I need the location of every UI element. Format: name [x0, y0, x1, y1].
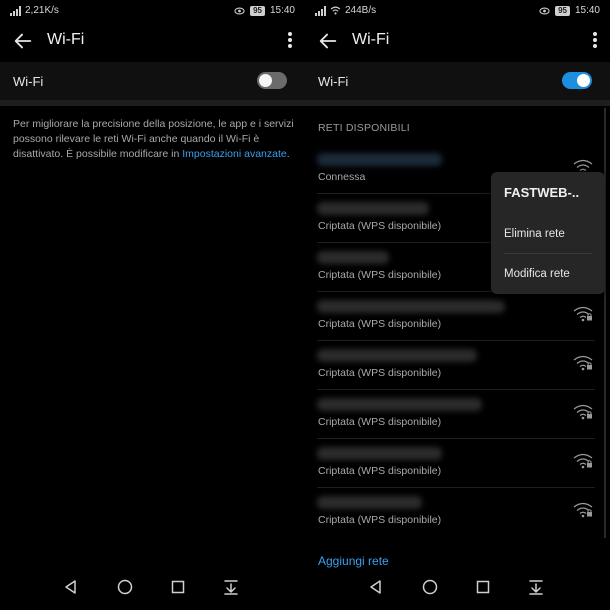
eye-comfort-icon: [539, 7, 550, 14]
network-name-redacted: [317, 300, 505, 313]
available-networks-header: RETI DISPONIBILI: [318, 122, 410, 134]
status-bar: 2,21K/s 95 15:40: [0, 0, 305, 22]
more-vert-icon[interactable]: [592, 31, 598, 51]
wifi-scan-info: Per migliorare la precisione della posiz…: [13, 117, 295, 162]
wifi-lock-icon: [573, 502, 593, 518]
circle-home-icon[interactable]: [421, 578, 439, 596]
status-bar: 244B/s 95 15:40: [305, 0, 610, 22]
wifi-screen-on: 244B/s 95 15:40 Wi-Fi Wi-Fi RETI DISPONI…: [305, 0, 610, 610]
cell-signal-icon: [315, 5, 326, 16]
app-bar: Wi-Fi: [305, 22, 610, 60]
wifi-label: Wi-Fi: [13, 74, 44, 89]
network-name-redacted: [317, 251, 389, 264]
wifi-status-icon: [330, 6, 341, 15]
wifi-toggle-row[interactable]: Wi-Fi: [0, 62, 305, 100]
clock: 15:40: [574, 5, 600, 16]
wifi-screen-off: 2,21K/s 95 15:40 Wi-Fi Wi-Fi Per miglior…: [0, 0, 305, 610]
network-row[interactable]: Criptata (WPS disponibile): [305, 390, 595, 439]
cell-signal-icon: [10, 5, 21, 16]
clock: 15:40: [269, 5, 295, 16]
menu-divider: [504, 253, 592, 254]
wifi-lock-icon: [573, 453, 593, 469]
scrollbar[interactable]: [604, 108, 606, 538]
wifi-label: Wi-Fi: [318, 74, 349, 89]
page-title: Wi-Fi: [47, 31, 85, 48]
pull-down-icon[interactable]: [527, 578, 545, 596]
arrow-left-icon[interactable]: [317, 30, 339, 52]
menu-item-edit-network[interactable]: Modifica rete: [504, 268, 570, 280]
menu-item-delete-network[interactable]: Elimina rete: [504, 228, 565, 240]
network-status: Criptata (WPS disponibile): [318, 514, 442, 526]
section-divider: [0, 100, 305, 106]
triangle-back-icon[interactable]: [367, 578, 385, 596]
network-name-redacted: [317, 153, 442, 166]
arrow-left-icon[interactable]: [12, 30, 34, 52]
network-status: Criptata (WPS disponibile): [318, 367, 442, 379]
wifi-lock-icon: [573, 355, 593, 371]
more-vert-icon[interactable]: [287, 31, 293, 51]
switch-knob: [577, 74, 590, 87]
network-row[interactable]: Criptata (WPS disponibile): [305, 488, 595, 537]
network-speed: 2,21K/s: [25, 5, 59, 16]
square-recents-icon[interactable]: [169, 578, 187, 596]
battery-level: 95: [555, 5, 570, 16]
wifi-switch[interactable]: [257, 72, 287, 89]
network-status: Criptata (WPS disponibile): [318, 416, 442, 428]
network-speed: 244B/s: [345, 5, 377, 16]
wifi-lock-icon: [573, 306, 593, 322]
network-status: Connessa: [318, 171, 366, 183]
network-status: Criptata (WPS disponibile): [318, 220, 442, 232]
advanced-settings-link[interactable]: Impostazioni avanzate: [182, 148, 286, 160]
wifi-lock-icon: [573, 404, 593, 420]
wifi-switch[interactable]: [562, 72, 592, 89]
eye-comfort-icon: [234, 7, 245, 14]
network-row[interactable]: Criptata (WPS disponibile): [305, 341, 595, 390]
triangle-back-icon[interactable]: [62, 578, 80, 596]
network-name-redacted: [317, 447, 442, 460]
square-recents-icon[interactable]: [474, 578, 492, 596]
network-name-redacted: [317, 349, 477, 362]
section-divider: [305, 100, 610, 106]
wifi-toggle-row[interactable]: Wi-Fi: [305, 62, 610, 100]
network-row[interactable]: Criptata (WPS disponibile): [305, 292, 595, 341]
network-context-menu: FASTWEB-.. Elimina rete Modifica rete: [491, 172, 605, 294]
nav-bar: [0, 566, 305, 610]
network-name-redacted: [317, 398, 482, 411]
info-tail: .: [286, 148, 290, 160]
pull-down-icon[interactable]: [222, 578, 240, 596]
circle-home-icon[interactable]: [116, 578, 134, 596]
network-name-redacted: [317, 496, 422, 509]
network-status: Criptata (WPS disponibile): [318, 269, 442, 281]
network-status: Criptata (WPS disponibile): [318, 318, 442, 330]
battery-level: 95: [250, 5, 265, 16]
switch-knob: [259, 74, 272, 87]
app-bar: Wi-Fi: [0, 22, 305, 60]
nav-bar: [305, 566, 610, 610]
network-status: Criptata (WPS disponibile): [318, 465, 442, 477]
menu-network-title: FASTWEB-..: [504, 185, 580, 200]
page-title: Wi-Fi: [352, 31, 390, 48]
network-name-redacted: [317, 202, 429, 215]
network-row[interactable]: Criptata (WPS disponibile): [305, 439, 595, 488]
